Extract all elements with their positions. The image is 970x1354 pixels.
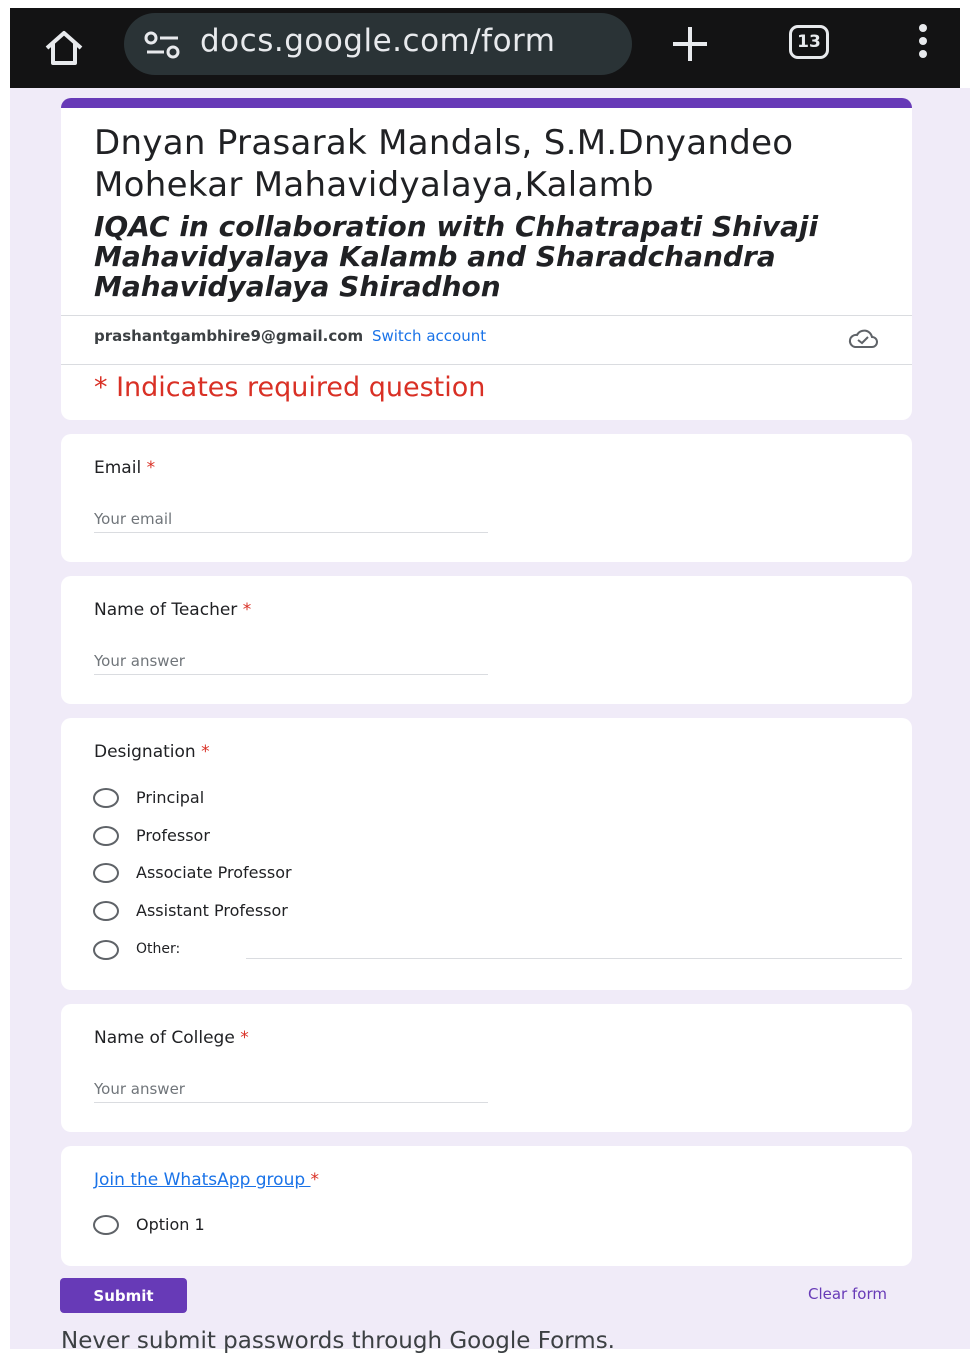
overflow-menu-icon[interactable] (916, 24, 930, 64)
radio-button[interactable] (93, 901, 119, 921)
divider (61, 315, 912, 316)
question-label: Join the WhatsApp group * (94, 1170, 319, 1190)
radio-button[interactable] (93, 1215, 119, 1235)
email-field[interactable] (94, 506, 488, 533)
question-label: Name of College * (94, 1028, 249, 1048)
question-designation: Designation * Principal Professor Associ… (61, 718, 912, 990)
password-warning: Never submit passwords through Google Fo… (61, 1328, 615, 1354)
required-asterisk: * (310, 1170, 320, 1190)
question-label: Email * (94, 458, 156, 478)
clear-form-button[interactable]: Clear form (808, 1285, 887, 1303)
whatsapp-group-link[interactable]: Join the WhatsApp group (94, 1170, 311, 1190)
switch-account-link[interactable]: Switch account (372, 327, 486, 345)
account-row: prashantgambhire9@gmail.com Switch accou… (94, 327, 486, 345)
radio-button[interactable] (93, 826, 119, 846)
teacher-name-input[interactable] (94, 648, 488, 675)
other-text-input[interactable] (246, 958, 902, 959)
account-email: prashantgambhire9@gmail.com (94, 327, 364, 345)
question-teacher-name: Name of Teacher * (61, 576, 912, 704)
required-asterisk: * (146, 458, 156, 478)
form-description: IQAC in collaboration with Chhatrapati S… (94, 210, 819, 303)
radio-button[interactable] (93, 788, 119, 808)
tab-switcher-icon[interactable]: 13 (789, 25, 829, 59)
cloud-saved-icon (848, 329, 878, 348)
required-asterisk: * (242, 600, 252, 620)
new-tab-icon[interactable] (670, 24, 710, 64)
tune-icon[interactable] (144, 31, 182, 59)
form-header-card: Dnyan Prasarak Mandals, S.M.Dnyandeo Moh… (61, 98, 912, 420)
radio-option-other[interactable]: Other: (93, 940, 913, 966)
radio-button[interactable] (93, 863, 119, 883)
college-name-input[interactable] (94, 1076, 488, 1103)
browser-toolbar: docs.google.com/form 13 (10, 8, 960, 88)
form-title: Dnyan Prasarak Mandals, S.M.Dnyandeo Moh… (94, 123, 794, 205)
question-label: Designation * (94, 742, 210, 762)
question-college-name: Name of College * (61, 1004, 912, 1132)
required-note: * Indicates required question (94, 372, 486, 403)
question-whatsapp: Join the WhatsApp group * Option 1 (61, 1146, 912, 1266)
required-asterisk: * (201, 742, 210, 762)
home-icon[interactable] (42, 26, 86, 70)
address-bar[interactable]: docs.google.com/form (124, 13, 632, 75)
url-text: docs.google.com/form (200, 23, 556, 59)
submit-button[interactable]: Submit (60, 1278, 187, 1313)
radio-button[interactable] (93, 940, 119, 960)
divider (61, 364, 912, 365)
question-label: Name of Teacher * (94, 600, 252, 620)
required-asterisk: * (240, 1028, 249, 1048)
question-email: Email * (61, 434, 912, 562)
